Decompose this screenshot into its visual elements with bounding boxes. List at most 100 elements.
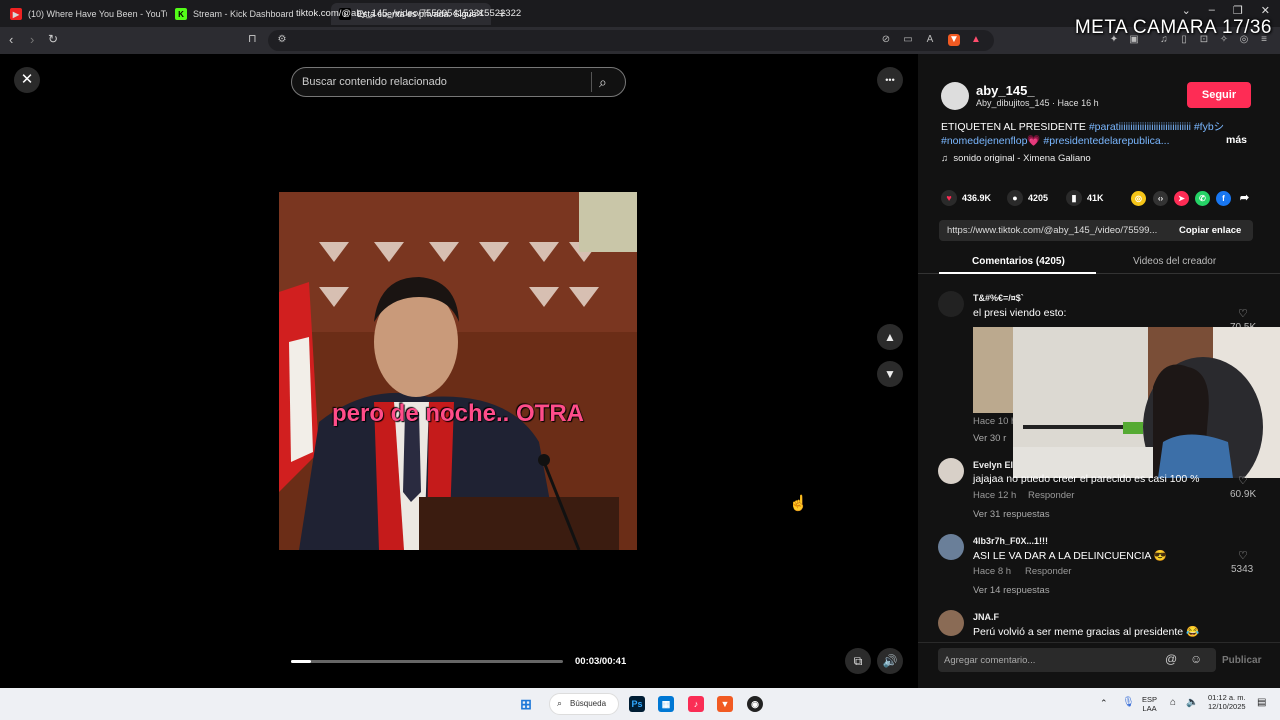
back-button[interactable]: ‹ [9,32,13,47]
pip-icon[interactable]: ⧉ [845,648,871,674]
coin-icon[interactable]: ◎ [1131,191,1146,206]
site-settings-icon[interactable]: ⚙ [276,34,288,46]
stream-overlay-title: META CAMARA 17/36 [1074,17,1272,38]
avatar[interactable] [938,534,964,560]
avatar[interactable] [938,458,964,484]
comment-author[interactable]: 4lb3r7h_F0X...1!!! [973,536,1048,546]
restore-button[interactable]: ❐ [1233,4,1243,17]
brave-rewards-icon[interactable]: ▲ [970,34,982,46]
speaker-icon[interactable]: 🔈 [1186,697,1198,708]
volume-icon[interactable]: 🔊 [877,648,903,674]
hashtag[interactable]: #fybシ [1194,121,1224,133]
video-link[interactable]: https://www.tiktok.com/@aby_145_/video/7… [947,225,1157,236]
url-text: tiktok.com/@aby_145_/video/7559954152315… [296,8,522,19]
tab-comments[interactable]: Comentarios (4205) [972,256,1065,267]
next-video-button[interactable]: ▼ [877,361,903,387]
emoji-icon[interactable]: ☺ [1190,652,1202,666]
comment-text: jajajaa no puedo creer el parecido es ca… [973,473,1200,485]
post-description: ETIQUETEN AL PRESIDENTE #paratiiiiiiiiii… [941,120,1246,148]
hashtag[interactable]: #presidentedelarepublica... [1043,135,1169,147]
reload-button[interactable]: ↻ [48,32,58,46]
brave-browser-icon[interactable]: ▼ [717,696,733,712]
comment-like-icon[interactable]: ♡ [1238,474,1248,487]
publish-button[interactable]: Publicar [1222,655,1261,666]
comment-like-count: 60.9K [1230,489,1257,500]
hashtag[interactable]: #nomedejenenflop [941,135,1027,147]
video-scene [279,192,637,550]
comment-author[interactable]: Evelyn El [973,460,1013,470]
windows-taskbar: ⊞ ⌕ Búsqueda Ps ▦ ♪ ▼ ◉ ⌃ 🎙 ESP LAA ⌂ 🔈 … [0,688,1280,720]
avatar[interactable] [938,610,964,636]
bookmark-icon[interactable]: ⊓ [248,32,257,45]
comment-author[interactable]: T&#%€=/¤$` [973,293,1024,303]
comment-icon: ● [1007,190,1023,206]
comment-image[interactable] [973,327,1013,413]
copy-link-button[interactable]: Copiar enlace [1179,225,1241,236]
clock[interactable]: 01:12 a. m. 12/10/2025 [1208,693,1246,711]
video-frame[interactable] [279,192,637,550]
comment-placeholder: Agregar comentario... [944,655,1036,666]
apple-music-icon[interactable]: ♪ [688,696,704,712]
language-indicator[interactable]: ESP LAA [1142,695,1157,713]
video-timecode: 00:03/00:41 [575,656,627,667]
comment-button[interactable]: ● 4205 [1007,190,1048,206]
save-button[interactable]: ▮ 41K [1066,190,1104,206]
minimize-button[interactable]: – [1209,4,1215,17]
previous-video-button[interactable]: ▲ [877,324,903,350]
hashtag[interactable]: #paratiiiiiiiiiiiiiiiiiiiiiiiiiiiiiii [1089,121,1191,133]
progress-track[interactable] [291,660,563,663]
send-icon[interactable]: ➤ [1174,191,1189,206]
more-description-link[interactable]: más [1226,134,1247,146]
view-replies-link[interactable]: Ver 14 respuestas [973,585,1050,596]
search-icon[interactable]: ⌕ [599,74,607,91]
translate-icon[interactable]: A [924,34,936,46]
comment-like-icon[interactable]: ♡ [1238,549,1248,562]
mention-icon[interactable]: @ [1165,652,1177,666]
close-window-button[interactable]: ✕ [1261,4,1270,17]
avatar[interactable] [938,291,964,317]
follow-button[interactable]: Seguir [1187,82,1251,108]
clock-date: 12/10/2025 [1208,702,1246,711]
forward-button[interactable]: › [30,32,34,47]
comment-like-icon[interactable]: ♡ [1238,307,1248,320]
windows-start-icon[interactable]: ⊞ [518,696,534,712]
more-options-button[interactable]: ••• [877,67,903,93]
chevron-up-icon[interactable]: ⌃ [1100,698,1108,709]
reply-link[interactable]: Responder [1025,566,1071,577]
cast-icon[interactable]: ▭ [902,34,914,46]
close-player-button[interactable]: ✕ [14,67,40,93]
comment-time: Hace 12 h [973,490,1017,501]
obs-icon[interactable]: ◉ [747,696,763,712]
brave-shields-icon[interactable]: ▼ [948,34,960,46]
post-username[interactable]: aby_145_ [976,83,1035,98]
view-replies-link[interactable]: Ver 31 respuestas [973,509,1050,520]
mouse-cursor: ☝ [789,495,808,512]
photoshop-icon[interactable]: Ps [629,696,645,712]
comment-like-count: 5343 [1231,564,1254,575]
microphone-icon[interactable]: 🎙 [1122,697,1135,708]
comment-text: el presi viendo esto: [973,307,1067,319]
facebook-icon[interactable]: f [1216,191,1231,206]
notifications-icon[interactable]: ▤ [1257,697,1266,708]
sound-name: sonido original - Ximena Galiano [953,153,1091,164]
youtube-icon: ▶ [10,8,22,20]
tab-creator-videos[interactable]: Videos del creador [1133,256,1216,267]
store-icon[interactable]: ▦ [658,696,674,712]
progress-fill [291,660,311,663]
avatar[interactable] [941,82,969,110]
no-tracking-icon[interactable]: ⊘ [880,34,892,46]
reply-link[interactable]: Responder [1028,490,1074,501]
network-icon[interactable]: ⌂ [1170,697,1176,708]
sound-link[interactable]: ♫ sonido original - Ximena Galiano [941,153,1091,164]
chevron-down-icon[interactable]: ⌄ [1182,4,1191,17]
whatsapp-icon[interactable]: ✆ [1195,191,1210,206]
embed-icon[interactable]: ‹› [1153,191,1168,206]
like-button[interactable]: ♥ 436.9K [941,190,991,206]
view-replies-link[interactable]: Ver 30 r [973,433,1006,444]
comment-author[interactable]: JNA.F [973,612,999,622]
tab-youtube[interactable]: ▶ (10) Where Have You Been - YouTube [2,3,167,25]
share-icon[interactable]: ➦ [1237,191,1252,206]
search-icon: ⌕ [557,698,563,708]
lang-primary: ESP [1142,695,1158,704]
comment-text: ASI LE VA DAR A LA DELINCUENCIA 😎 [973,550,1167,562]
